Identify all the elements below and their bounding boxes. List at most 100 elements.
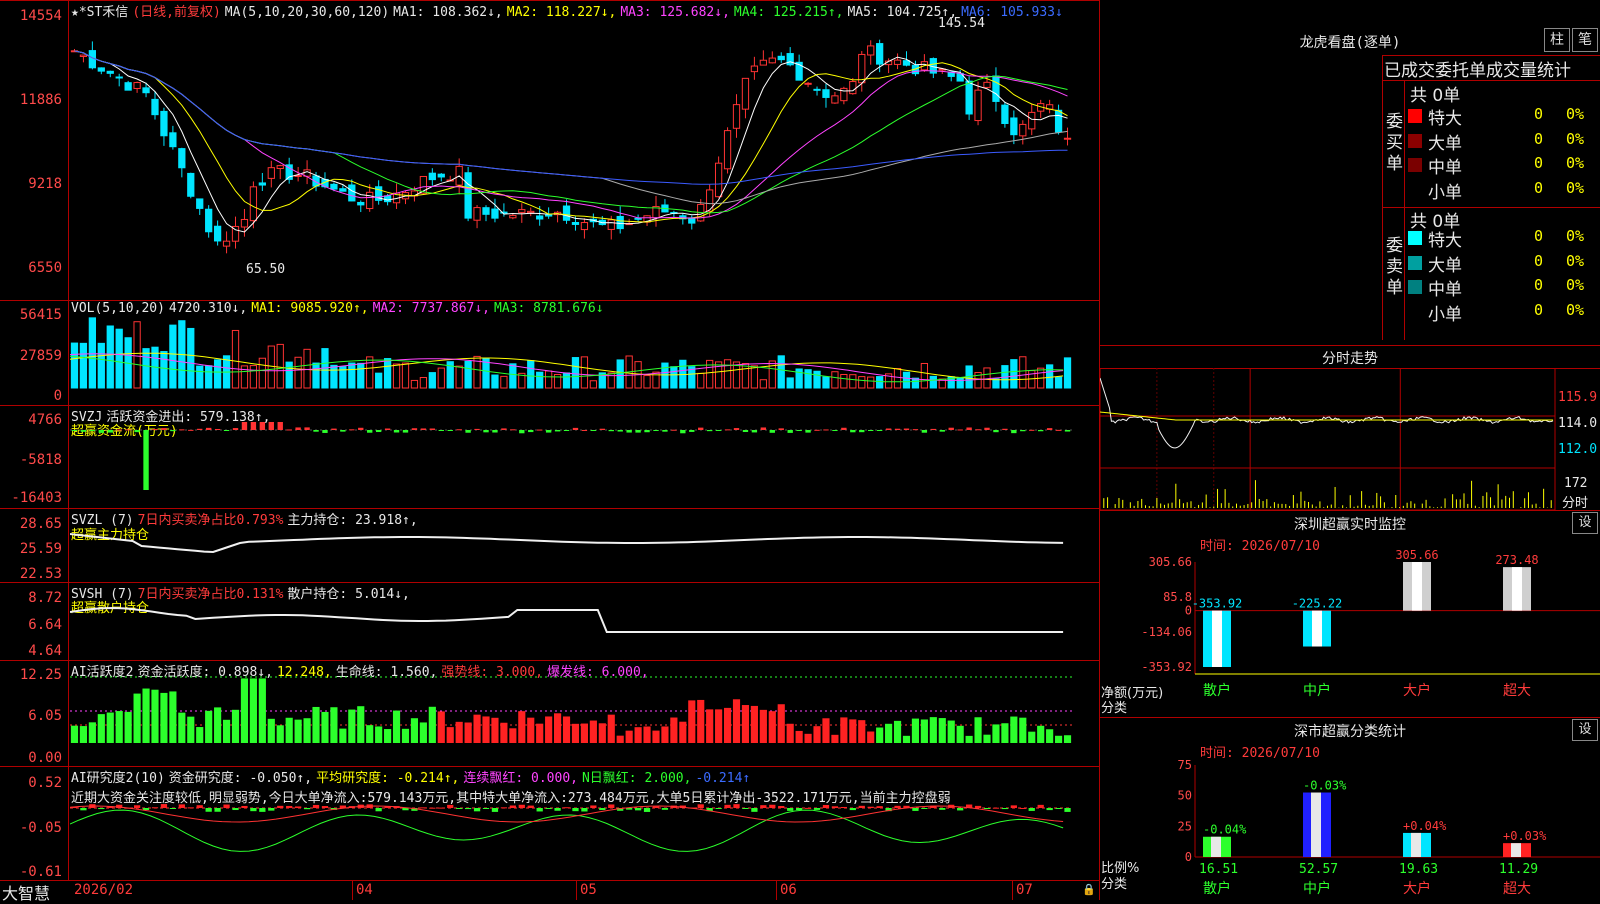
activity-bar <box>723 707 732 743</box>
activity-bar <box>97 714 105 743</box>
lock-icon[interactable]: 🔒 <box>1082 883 1096 896</box>
flow-bar <box>635 430 641 433</box>
research-bar <box>894 805 901 808</box>
vol-title: VOL(5,10,20) <box>71 301 165 316</box>
candle-body <box>1054 109 1063 133</box>
activity-bar <box>867 731 875 743</box>
kline-area[interactable]: ★*ST禾信 (日线,前复权) MA(5,10,20,30,60,120) MA1: … <box>0 0 1100 903</box>
pen-mode-button[interactable]: 笔 <box>1572 28 1598 52</box>
candle-body <box>196 198 204 209</box>
activity-bar <box>401 728 410 743</box>
volume-bar <box>249 365 258 389</box>
candle-body <box>357 201 365 206</box>
activity-bar <box>741 705 750 743</box>
ma-line <box>74 50 1068 214</box>
svsh-chart[interactable] <box>70 600 1098 660</box>
research-bar <box>724 804 731 808</box>
research-bar <box>876 806 883 808</box>
activity-bar <box>1055 735 1063 743</box>
activity-bar <box>536 723 544 743</box>
research-bar <box>796 808 803 811</box>
candle-body <box>786 53 794 66</box>
research-bar <box>822 804 830 808</box>
candle-body <box>831 95 839 104</box>
price-tick-3: 9218 <box>28 176 62 192</box>
flow-bar <box>984 427 990 430</box>
activity-bar <box>688 700 696 743</box>
activity-bar <box>661 726 669 743</box>
volume-bar <box>697 372 705 389</box>
flow-bar <box>268 422 274 430</box>
activity-bar <box>920 719 928 743</box>
svzl-tick-3: 22.53 <box>19 566 62 582</box>
activity-bar <box>876 727 884 743</box>
classify-chart[interactable]: 75 50 25 0 -0.04% 16.51 散户 -0.03% 52.57 中户 +0.04% 1… <box>1100 755 1600 900</box>
research-bar <box>787 808 794 811</box>
color-swatch <box>1408 280 1422 294</box>
intraday-tick-3: 112.0 <box>1558 442 1598 457</box>
classify-bar-highlight <box>1511 843 1521 857</box>
flow-bar <box>894 428 901 430</box>
activity-bar <box>187 716 195 743</box>
activity-bar <box>518 711 526 743</box>
flow-bar <box>751 430 758 433</box>
flow-bar <box>698 427 704 430</box>
monitor-chart[interactable]: 305.6685.80-134.06-353.92-353.92散户-225.2… <box>1100 550 1600 715</box>
classify-bar-highlight <box>1411 832 1421 857</box>
candle-body <box>267 167 275 179</box>
volume-bar <box>929 375 937 389</box>
intraday-title: 分时走势 <box>1322 351 1378 367</box>
research-bar <box>939 808 946 810</box>
row-name: 特大 <box>1428 109 1462 129</box>
activity-bar <box>849 719 857 743</box>
flow-bar <box>796 430 802 431</box>
classify-title: 深市超赢分类统计 <box>1294 724 1406 740</box>
intraday-chart[interactable] <box>1100 368 1600 510</box>
sell-row: 小单 0 0% <box>1406 300 1600 325</box>
svsh-tick-1: 8.72 <box>28 590 62 606</box>
svzl-tick-2: 25.59 <box>19 541 62 557</box>
volume-bar <box>562 372 571 389</box>
flow-bar <box>850 430 856 433</box>
activity-bar <box>106 712 114 743</box>
activity-bar <box>321 711 329 743</box>
flow-bar <box>438 430 444 431</box>
price-chart[interactable] <box>70 18 1098 300</box>
ai1-chart[interactable] <box>70 675 1098 765</box>
classify-y-tick: 75 <box>1178 758 1192 772</box>
flow-bar <box>384 428 391 430</box>
ai2-chart[interactable] <box>70 800 1098 880</box>
svzj-chart[interactable] <box>70 420 1098 508</box>
row-count: 0 <box>1534 300 1544 319</box>
activity-bar <box>330 707 338 743</box>
volume-chart[interactable] <box>70 316 1098 404</box>
classify-settings-button[interactable]: 设 <box>1572 719 1598 741</box>
row-name: 大单 <box>1428 133 1462 154</box>
flow-bar <box>331 428 337 430</box>
volume-bar <box>750 365 759 389</box>
research-bar <box>214 808 221 812</box>
activity-bar <box>437 711 445 743</box>
svzl-chart[interactable] <box>70 530 1098 582</box>
classify-y-tick: 25 <box>1178 819 1192 833</box>
buy-group-label: 委买单 <box>1386 112 1403 174</box>
activity-bar <box>258 678 266 743</box>
candle-body <box>974 89 982 122</box>
candle-body <box>759 59 767 66</box>
svzl-label: 7日内买卖净占比0.793% <box>137 513 284 528</box>
volume-bar <box>115 328 123 389</box>
volume-bar <box>822 376 830 389</box>
activity-bar <box>974 717 982 743</box>
volume-bar <box>348 362 356 389</box>
monitor-settings-button[interactable]: 设 <box>1572 512 1598 534</box>
candle-body <box>849 81 857 95</box>
research-bar <box>957 808 964 811</box>
flow-bar <box>590 430 597 431</box>
volume-bar <box>616 359 624 389</box>
volume-bar <box>196 365 204 389</box>
intraday-vol-value: 172 <box>1564 476 1588 491</box>
vol-tick-3: 0 <box>53 388 62 404</box>
flow-bar <box>80 430 87 432</box>
volume-bar <box>813 370 821 389</box>
bar-mode-button[interactable]: 柱 <box>1544 28 1570 52</box>
